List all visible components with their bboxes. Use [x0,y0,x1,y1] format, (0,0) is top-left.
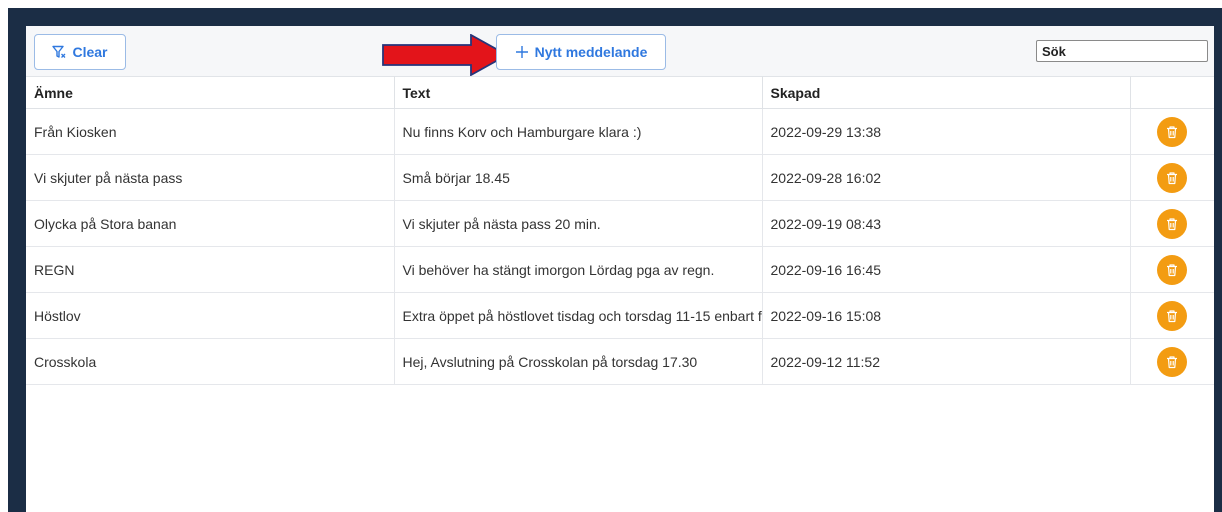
cell-text: Vi behöver ha stängt imorgon Lördag pga … [394,246,763,293]
table-row[interactable]: Från Kiosken Nu finns Korv och Hamburgar… [26,108,1214,155]
delete-button[interactable] [1157,254,1188,285]
cell-actions [1130,108,1214,155]
cell-created: 2022-09-28 16:02 [762,154,1131,201]
cell-created: 2022-09-29 13:38 [762,108,1131,155]
trash-icon [1167,355,1178,368]
cell-actions [1130,200,1214,247]
table-header-row: Ämne Text Skapad [26,76,1214,109]
delete-button[interactable] [1157,346,1188,377]
table-row[interactable]: Höstlov Extra öppet på höstlovet tisdag … [26,292,1214,339]
cell-text: Extra öppet på höstlovet tisdag och tors… [394,292,763,339]
cell-created: 2022-09-16 16:45 [762,246,1131,293]
table-row[interactable]: REGN Vi behöver ha stängt imorgon Lördag… [26,246,1214,293]
trash-icon [1167,171,1178,184]
cell-subject: Från Kiosken [26,108,395,155]
table-row[interactable]: Vi skjuter på nästa pass Små börjar 18.4… [26,154,1214,201]
cell-text: Små börjar 18.45 [394,154,763,201]
trash-icon [1167,309,1178,322]
column-header-actions [1130,76,1214,109]
trash-icon [1167,217,1178,230]
delete-button[interactable] [1157,300,1188,331]
cell-created: 2022-09-12 11:52 [762,338,1131,385]
delete-button[interactable] [1157,116,1188,147]
cell-actions [1130,246,1214,293]
column-header-created[interactable]: Skapad [762,76,1131,109]
cell-subject: Olycka på Stora banan [26,200,395,247]
filter-clear-icon [52,45,66,59]
table-row[interactable]: Crosskola Hej, Avslutning på Crosskolan … [26,338,1214,385]
delete-button[interactable] [1157,162,1188,193]
messages-table: Ämne Text Skapad Från Kiosken Nu finns K… [26,76,1214,385]
cell-actions [1130,338,1214,385]
clear-filter-button[interactable]: Clear [34,34,126,70]
plus-icon [515,45,529,59]
column-header-subject[interactable]: Ämne [26,76,395,109]
trash-icon [1167,263,1178,276]
new-message-button[interactable]: Nytt meddelande [496,34,666,70]
delete-button[interactable] [1157,208,1188,239]
cell-subject: REGN [26,246,395,293]
cell-text: Hej, Avslutning på Crosskolan på torsdag… [394,338,763,385]
toolbar: Clear Nytt meddelande [26,26,1214,76]
cell-subject: Höstlov [26,292,395,339]
column-header-text[interactable]: Text [394,76,763,109]
new-message-button-label: Nytt meddelande [534,44,648,60]
cell-created: 2022-09-19 08:43 [762,200,1131,247]
cell-created: 2022-09-16 15:08 [762,292,1131,339]
trash-icon [1167,125,1178,138]
cell-subject: Vi skjuter på nästa pass [26,154,395,201]
cell-subject: Crosskola [26,338,395,385]
search-input[interactable] [1036,40,1208,62]
red-arrow-icon [382,34,509,76]
cell-actions [1130,292,1214,339]
cell-actions [1130,154,1214,201]
cell-text: Vi skjuter på nästa pass 20 min. [394,200,763,247]
table-row[interactable]: Olycka på Stora banan Vi skjuter på näst… [26,200,1214,247]
cell-text: Nu finns Korv och Hamburgare klara :) [394,108,763,155]
clear-button-label: Clear [72,44,108,60]
messages-panel: Clear Nytt meddelande Ämne Text Skapad [26,26,1214,512]
